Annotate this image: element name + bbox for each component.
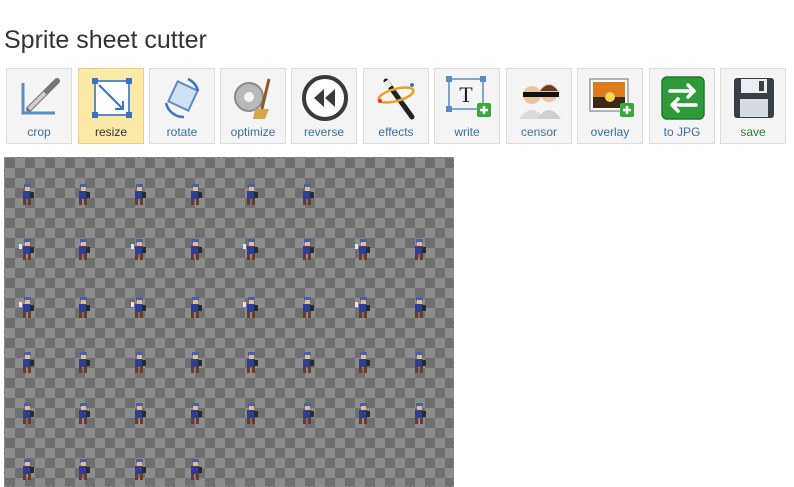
sprite-sheet-canvas[interactable] xyxy=(4,157,454,487)
sprite-frame xyxy=(79,459,90,480)
crop-button[interactable]: crop xyxy=(6,68,72,144)
sprite-frame xyxy=(131,239,146,260)
sprite-frame xyxy=(135,352,146,373)
tool-label: overlay xyxy=(590,125,630,139)
resize-icon xyxy=(92,78,132,118)
sprite-frame xyxy=(247,403,258,424)
overlay-icon xyxy=(589,78,634,117)
tool-label: effects xyxy=(378,125,414,139)
sprite-frame xyxy=(19,297,34,318)
sprite-frame xyxy=(355,297,370,318)
sprite-frame xyxy=(243,297,258,318)
censor-button[interactable]: censor xyxy=(506,68,572,144)
sprite-frame xyxy=(247,184,258,205)
reverse-button[interactable]: reverse xyxy=(291,68,357,144)
sprite-frame xyxy=(131,297,146,318)
tool-label: censor xyxy=(520,125,558,139)
censor-icon xyxy=(519,84,561,119)
sprite-frame xyxy=(79,403,90,424)
optimize-button[interactable]: optimize xyxy=(220,68,286,144)
to-jpg-icon xyxy=(661,76,705,120)
sprite-frame xyxy=(79,297,90,318)
tool-label: to JPG xyxy=(663,125,701,139)
sprite-frame xyxy=(135,459,146,480)
sprite-frame xyxy=(415,297,426,318)
save-icon xyxy=(734,78,774,118)
sprite-frame xyxy=(359,352,370,373)
tool-label: reverse xyxy=(303,125,344,139)
sprite-frame xyxy=(303,239,314,260)
to-jpg-button[interactable]: to JPG xyxy=(649,68,715,144)
sprite-frame xyxy=(415,403,426,424)
write-button[interactable]: T write xyxy=(434,68,500,144)
sprite-frame xyxy=(415,239,426,260)
sprite-frame xyxy=(415,352,426,373)
sprite-frame xyxy=(191,239,202,260)
effects-icon xyxy=(377,78,415,120)
tool-label: write xyxy=(454,125,480,139)
sprite-frame xyxy=(243,239,258,260)
svg-text:T: T xyxy=(459,82,473,107)
sprite-frame xyxy=(79,352,90,373)
sprite-frame xyxy=(191,352,202,373)
sprite-frame xyxy=(303,352,314,373)
sprite-frame xyxy=(23,184,34,205)
sprite-frame xyxy=(247,352,258,373)
overlay-button[interactable]: overlay xyxy=(577,68,643,144)
sprite-frame xyxy=(303,297,314,318)
tool-label: resize xyxy=(94,125,127,139)
sprite-frame xyxy=(135,403,146,424)
sprite-frame xyxy=(23,403,34,424)
reverse-icon xyxy=(302,75,348,121)
sprite-frame xyxy=(355,239,370,260)
optimize-icon xyxy=(234,78,271,119)
effects-button[interactable]: effects xyxy=(363,68,429,144)
sprite-frame xyxy=(79,184,90,205)
rotate-icon xyxy=(164,77,200,119)
sprite-frame xyxy=(303,184,314,205)
page-title: Sprite sheet cutter xyxy=(4,26,207,54)
resize-button[interactable]: resize xyxy=(78,68,144,144)
sprite-frame xyxy=(359,403,370,424)
tool-label: rotate xyxy=(166,125,198,139)
rotate-button[interactable]: rotate xyxy=(149,68,215,144)
sprite-frame xyxy=(191,403,202,424)
save-button[interactable]: save xyxy=(720,68,786,144)
sprite-frame xyxy=(19,239,34,260)
sprite-frame xyxy=(191,184,202,205)
sprite-frame xyxy=(191,297,202,318)
sprite-frame xyxy=(79,239,90,260)
tool-label: crop xyxy=(27,125,51,139)
sprite-frame xyxy=(135,184,146,205)
sprite-frame xyxy=(191,459,202,480)
write-icon: T xyxy=(446,76,491,117)
tool-label: optimize xyxy=(230,125,276,139)
sprite-frame xyxy=(23,352,34,373)
sprite-frame xyxy=(303,403,314,424)
tool-label: save xyxy=(740,125,766,139)
sprite-frame xyxy=(23,459,34,480)
crop-icon xyxy=(21,78,60,115)
